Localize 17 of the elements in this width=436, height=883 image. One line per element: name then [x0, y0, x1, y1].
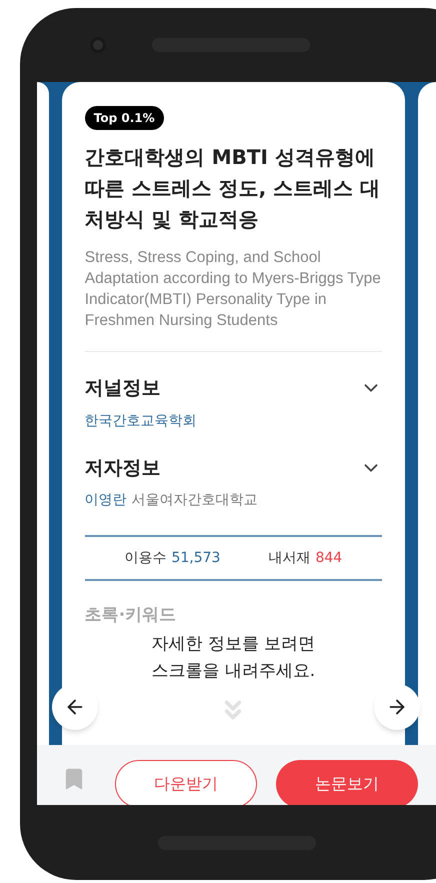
author-link[interactable]: 이영란 [84, 490, 127, 511]
scroll-hint-text: 스크롤을 내려주세요. [151, 660, 316, 682]
scroll-hint-text: 자세한 정보를 보려면 [151, 632, 316, 656]
section-heading: 저자정보 [84, 456, 161, 480]
stat-value: 844 [315, 548, 342, 568]
rank-badge: Top 0.1% [84, 106, 164, 130]
author-affiliation: 서울여자간호대학교 [132, 491, 258, 510]
publisher-link[interactable]: 한국간호교육학회 [84, 410, 382, 432]
paper-title: 간호대학생의 MBTI 성격유형에 따른 스트레스 정도, 스트레스 대처방식 및 학교적응 [84, 144, 382, 233]
view-paper-button[interactable]: 논문보기 [276, 760, 418, 805]
stat-label: 이용수 [124, 548, 166, 568]
stat-value: 51,573 [171, 548, 220, 568]
section-heading: 저널정보 [84, 376, 161, 401]
paper-english-title: Stress, Stress Coping, and School Adaptation according to Myers-Briggs Type Indicator(MBTI) Personality Type in Freshmen Nursing Students [84, 248, 382, 331]
download-button[interactable]: 다운받기 [115, 760, 257, 805]
section-heading: 초록·키워드 [84, 604, 178, 627]
stat-label: 내서재 [268, 548, 310, 568]
